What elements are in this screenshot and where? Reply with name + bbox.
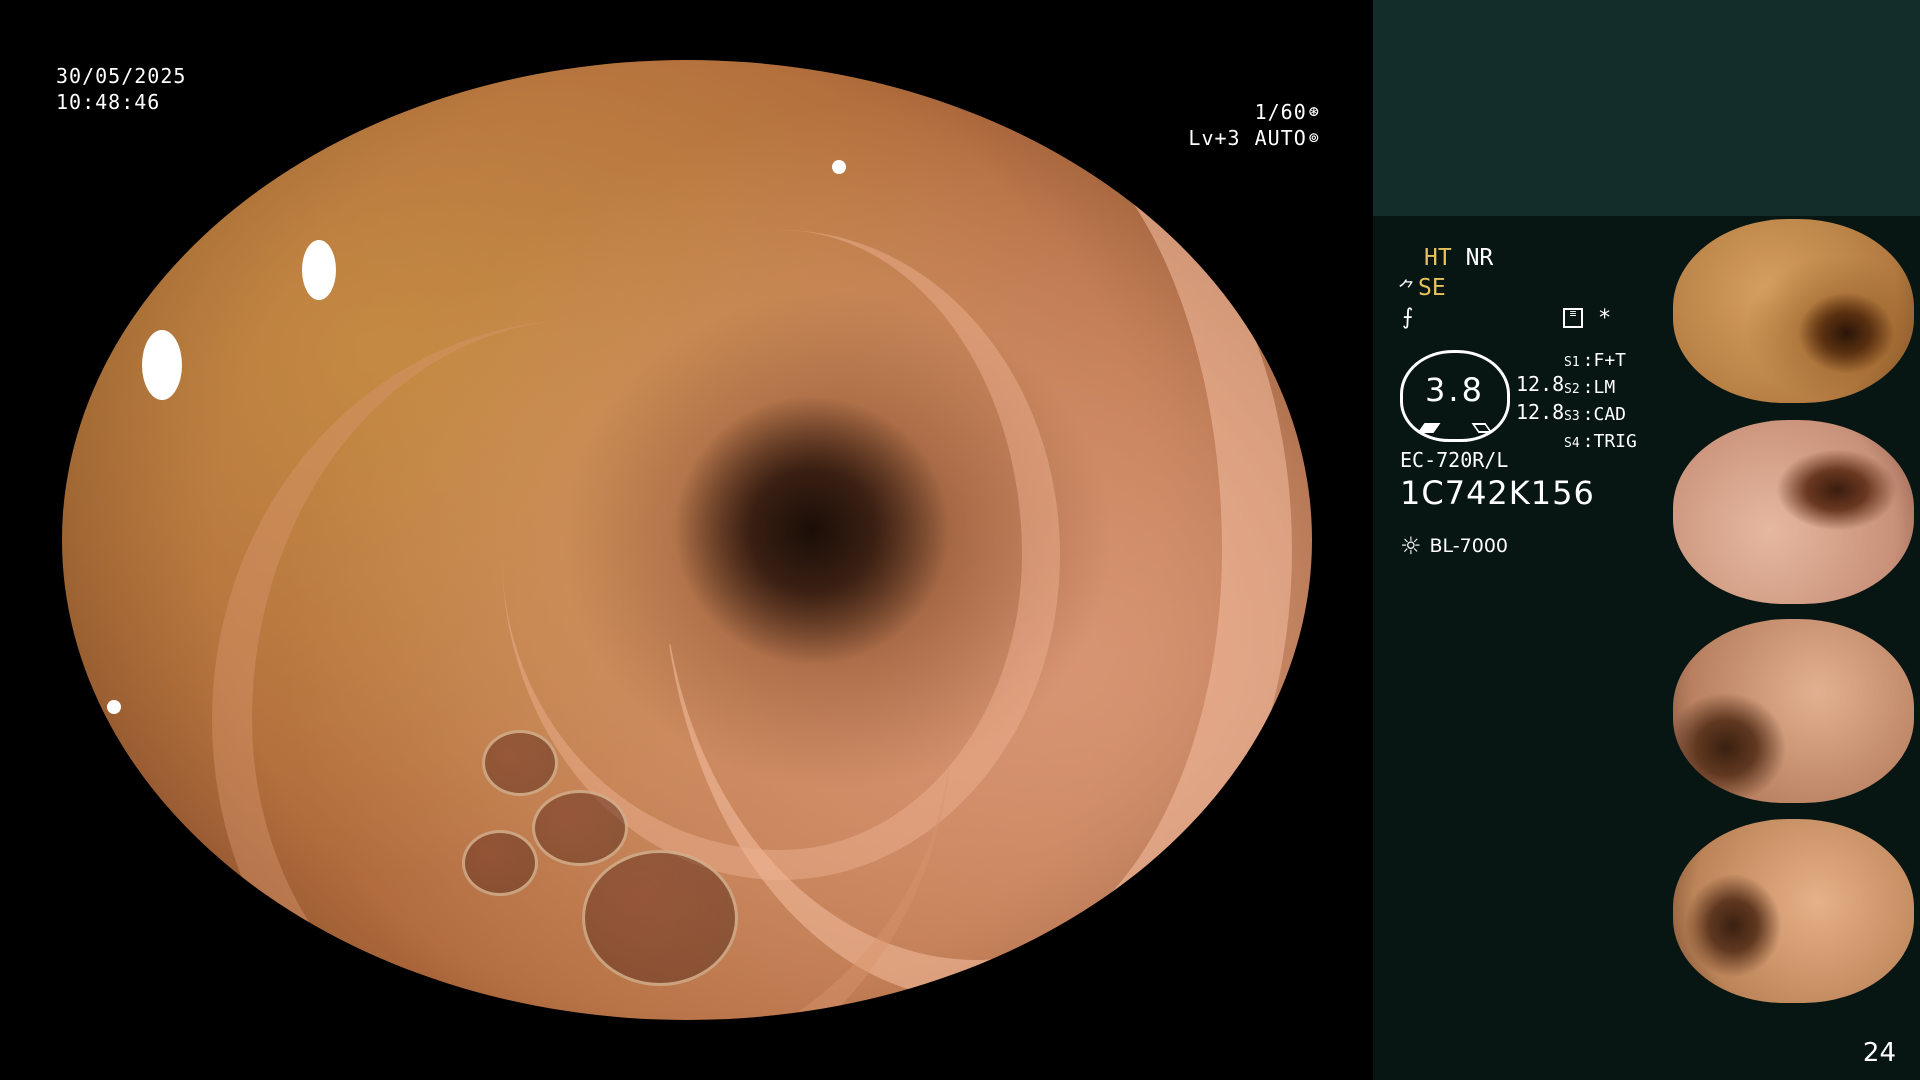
endoscope-image-view (62, 60, 1312, 1020)
thumbnail-image (1673, 420, 1914, 604)
processing-mode-row: HT NR (1424, 245, 1493, 271)
shutter-icon: ⊛ (1308, 102, 1320, 122)
thumbnail-image (1673, 219, 1914, 403)
light-source-row: ☼ BL-7000 (1400, 532, 1508, 560)
scope-model-text: EC-720R/L (1400, 448, 1509, 472)
light-reflection (107, 700, 121, 714)
gauge-number-1: 12.8 (1516, 372, 1565, 396)
switch-settings-list: S1:F+T S2:LM S3:CAD S4:TRIG (1564, 348, 1637, 456)
side-panel-header-area (1373, 0, 1920, 216)
date-text: 30/05/2025 (56, 64, 187, 88)
color-mode-icon: ⨍ (1402, 305, 1414, 330)
thumbnail-image (1673, 819, 1914, 1003)
ht-mode-label: HT (1424, 245, 1452, 271)
light-reflection (302, 240, 336, 300)
se-mode-label: SE (1418, 275, 1446, 301)
capture-thumbnail-3[interactable] (1671, 617, 1916, 805)
structure-enhance-row: ⺈SE (1398, 275, 1446, 301)
fluid-bubble (582, 850, 738, 986)
setting-row: S3:CAD (1564, 404, 1627, 425)
capture-thumbnail-2[interactable] (1671, 418, 1916, 606)
magnification-gauge: 3.8 (1400, 350, 1510, 442)
light-source-icon: ☼ (1400, 532, 1422, 560)
capture-thumbnail-1[interactable] (1671, 217, 1916, 405)
exposure-readout: 1/60 ⊛ Lv+3 AUTO ⊚ (1188, 99, 1320, 151)
setting-row: S2:LM (1564, 377, 1616, 398)
setting-row: S1:F+T (1564, 350, 1627, 371)
fluid-bubble (482, 730, 558, 796)
exposure-mode-text: AUTO (1254, 126, 1307, 150)
gauge-value: 3.8 (1425, 371, 1485, 409)
auto-exposure-icon: ⊚ (1308, 128, 1320, 148)
time-text: 10:48:46 (56, 90, 161, 114)
nr-mode-label: NR (1465, 245, 1494, 271)
thumbnail-image (1673, 619, 1914, 803)
page-number: 24 (1862, 1038, 1896, 1068)
gauge-right-marker (1471, 423, 1493, 433)
asterisk-indicator: * (1598, 306, 1612, 331)
light-reflection (142, 330, 182, 400)
date-time-readout: 30/05/2025 10:48:46 (56, 63, 186, 115)
brightness-level-text: Lv+3 (1188, 126, 1241, 150)
fluid-bubble (462, 830, 538, 896)
gauge-left-marker (1417, 423, 1441, 433)
capture-thumbnail-4[interactable] (1671, 817, 1916, 1005)
fluid-bubble (532, 790, 628, 866)
gauge-number-2: 12.8 (1516, 400, 1565, 424)
structure-enhance-icon: ⺈ (1398, 279, 1416, 300)
light-reflection (832, 160, 846, 174)
light-source-text: BL-7000 (1429, 535, 1509, 557)
setting-row: S4:TRIG (1564, 431, 1637, 452)
shutter-speed-text: 1/60 (1254, 100, 1307, 124)
image-stack-icon: ≡ (1563, 308, 1583, 328)
scope-serial-text: 1C742K156 (1400, 474, 1595, 512)
gauge-numbers: 12.8 12.8 (1516, 370, 1564, 426)
